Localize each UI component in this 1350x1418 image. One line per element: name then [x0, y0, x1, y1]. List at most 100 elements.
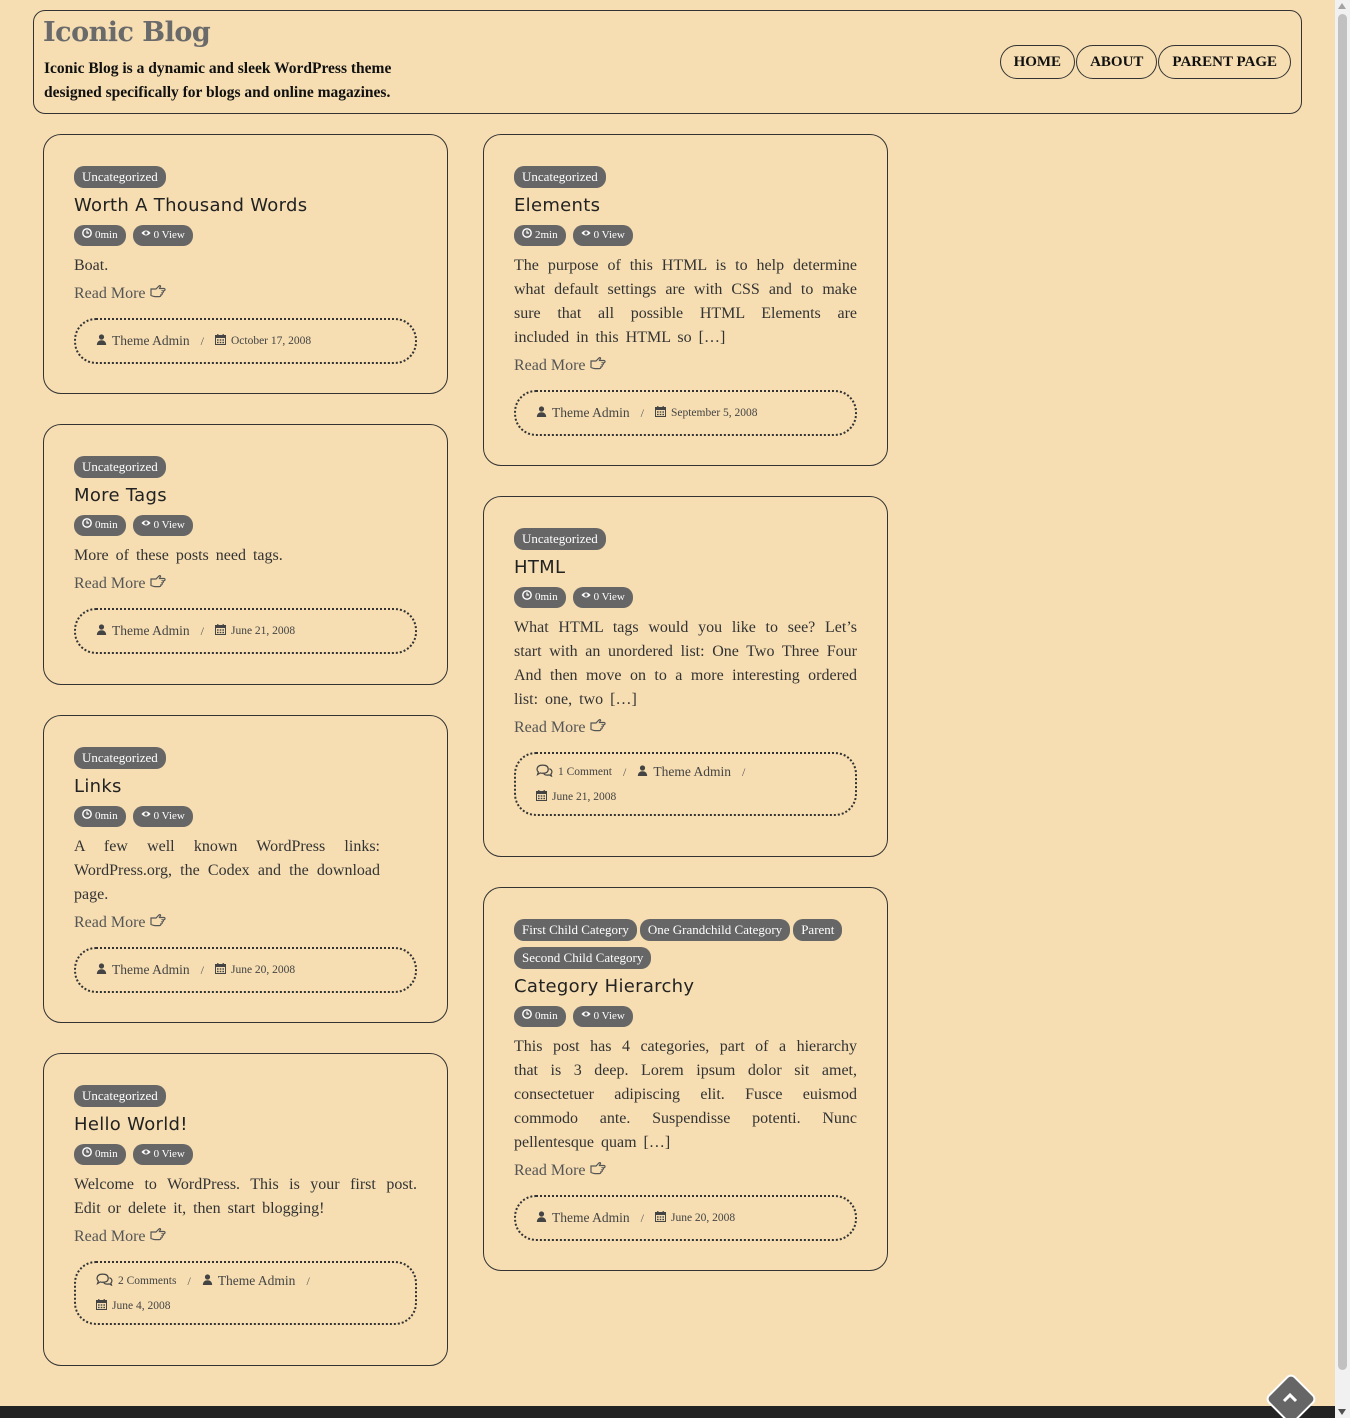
post-title[interactable]: Links — [74, 774, 417, 800]
scroll-thumb[interactable] — [1338, 14, 1347, 1370]
post-title[interactable]: Elements — [514, 193, 857, 219]
eye-icon — [581, 587, 591, 608]
category-list: Uncategorized — [514, 528, 857, 550]
read-time-text: 0min — [95, 229, 118, 241]
post-stats: 0min 0 View — [514, 587, 857, 608]
category-badge[interactable]: Uncategorized — [514, 166, 606, 188]
post-author[interactable]: Theme Admin — [202, 1273, 295, 1289]
category-badge[interactable]: Uncategorized — [74, 747, 166, 769]
post-meta-footer: 2 Comments / Theme Admin / June 4, 2008 — [74, 1261, 417, 1325]
hand-pointer-icon — [149, 911, 166, 935]
post-date: June 20, 2008 — [654, 1211, 735, 1225]
category-list: Uncategorized — [74, 1085, 417, 1107]
comments-icon — [96, 1273, 113, 1289]
read-time-text: 0min — [95, 1148, 118, 1160]
nav-about[interactable]: ABOUT — [1076, 45, 1158, 79]
category-badge[interactable]: One Grandchild Category — [639, 919, 791, 941]
post-excerpt: Boat. — [74, 257, 109, 274]
eye-icon — [581, 225, 591, 246]
author-name: Theme Admin — [112, 623, 190, 638]
meta-separator: / — [200, 962, 204, 977]
category-list: Uncategorized — [74, 166, 417, 188]
nav-parent-page[interactable]: PARENT PAGE — [1158, 45, 1291, 79]
read-more-link[interactable]: Read More — [514, 354, 857, 378]
post-author[interactable]: Theme Admin — [637, 764, 731, 780]
read-more-link[interactable]: Read More — [74, 1225, 417, 1249]
post-stats: 0min 0 View — [514, 1006, 857, 1027]
calendar-icon — [96, 1299, 107, 1313]
post-meta-footer: Theme Admin / October 17, 2008 — [74, 318, 417, 364]
eye-icon — [581, 1006, 591, 1027]
eye-icon — [141, 806, 151, 827]
category-badge[interactable]: First Child Category — [514, 919, 637, 941]
category-badge[interactable]: Uncategorized — [514, 528, 606, 550]
post-title[interactable]: More Tags — [74, 483, 417, 509]
post-card: Uncategorized Worth A Thousand Words 0mi… — [43, 134, 448, 394]
views-badge: 0 View — [132, 225, 193, 246]
post-title[interactable]: Hello World! — [74, 1112, 417, 1138]
calendar-icon — [654, 406, 666, 420]
read-time-text: 0min — [95, 519, 118, 531]
views-badge: 0 View — [132, 1144, 193, 1165]
read-more-label: Read More — [514, 1162, 586, 1179]
main-nav: HOME ABOUT PARENT PAGE — [999, 45, 1291, 79]
read-more-link[interactable]: Read More — [74, 572, 417, 596]
post-author[interactable]: Theme Admin — [96, 962, 190, 978]
read-more-label: Read More — [514, 719, 586, 736]
views-text: 0 View — [153, 229, 185, 241]
chevron-up-icon — [1282, 1392, 1298, 1403]
post-title[interactable]: Category Hierarchy — [514, 974, 857, 1000]
read-more-link[interactable]: Read More — [514, 716, 857, 740]
read-more-label: Read More — [514, 357, 586, 374]
category-badge[interactable]: Uncategorized — [74, 1085, 166, 1107]
clock-icon — [82, 1144, 92, 1165]
user-icon — [202, 1273, 213, 1289]
category-badge[interactable]: Second Child Category — [514, 947, 652, 969]
hand-pointer-icon — [149, 572, 166, 596]
post-author[interactable]: Theme Admin — [536, 405, 630, 421]
date-text: June 20, 2008 — [230, 964, 296, 976]
post-comments[interactable]: 1 Comment — [536, 764, 612, 780]
post-author[interactable]: Theme Admin — [536, 1210, 630, 1226]
post-comments[interactable]: 2 Comments — [96, 1273, 176, 1289]
user-icon — [96, 623, 107, 639]
read-more-link[interactable]: Read More — [74, 282, 417, 306]
eye-icon — [141, 1144, 151, 1165]
scroll-down-arrow-icon[interactable] — [1338, 1409, 1346, 1415]
post-date: June 21, 2008 — [214, 624, 296, 638]
post-card: Uncategorized Links 0min 0 View A few we… — [43, 715, 448, 1023]
clock-icon — [522, 225, 532, 246]
post-author[interactable]: Theme Admin — [96, 623, 190, 639]
date-text: June 21, 2008 — [230, 625, 296, 637]
post-title[interactable]: Worth A Thousand Words — [74, 193, 417, 219]
post-meta-footer: 1 Comment / Theme Admin / June 21, 2008 — [514, 752, 857, 816]
user-icon — [536, 1210, 547, 1226]
post-stats: 0min 0 View — [74, 806, 417, 827]
scroll-up-arrow-icon[interactable] — [1338, 3, 1346, 9]
user-icon — [637, 764, 648, 780]
post-title[interactable]: HTML — [514, 555, 857, 581]
nav-home[interactable]: HOME — [999, 45, 1076, 79]
read-time-badge: 0min — [74, 806, 126, 827]
views-text: 0 View — [153, 810, 185, 822]
views-badge: 0 View — [132, 806, 193, 827]
page-scrollbar[interactable] — [1335, 0, 1350, 1418]
read-more-link[interactable]: Read More — [74, 911, 417, 935]
read-more-label: Read More — [74, 1228, 146, 1245]
post-card: First Child Category One Grandchild Categ… — [483, 887, 888, 1271]
views-text: 0 View — [593, 1010, 625, 1022]
category-badge[interactable]: Uncategorized — [74, 456, 166, 478]
read-time-text: 0min — [535, 1010, 558, 1022]
category-list: Uncategorized — [74, 456, 417, 478]
category-badge[interactable]: Uncategorized — [74, 166, 166, 188]
post-stats: 0min 0 View — [74, 515, 417, 536]
read-more-link[interactable]: Read More — [514, 1159, 857, 1183]
site-title[interactable]: Iconic Blog — [43, 17, 211, 48]
eye-icon — [141, 225, 151, 246]
date-text: September 5, 2008 — [670, 407, 758, 419]
category-badge[interactable]: Parent — [793, 919, 843, 941]
views-text: 0 View — [153, 1148, 185, 1160]
post-author[interactable]: Theme Admin — [96, 333, 190, 349]
post-card: Uncategorized HTML 0min 0 View What HTML… — [483, 496, 888, 857]
read-time-badge: 0min — [514, 587, 566, 608]
